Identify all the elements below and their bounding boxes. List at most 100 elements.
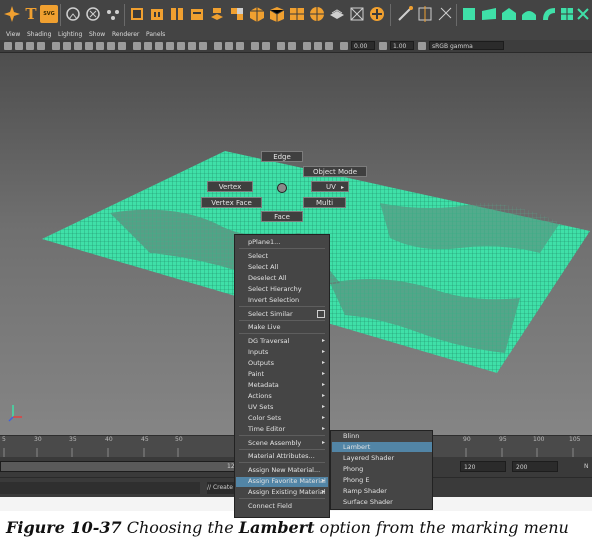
relax-icon[interactable] [500,5,518,23]
smooth-shade-icon[interactable] [144,42,152,50]
smooth-sculpt-icon[interactable] [480,5,498,23]
ambient-occlusion-icon[interactable] [214,42,222,50]
xray-joints-icon[interactable] [288,42,296,50]
submenu-item-blinn[interactable]: Blinn [343,432,359,440]
safe-title-icon[interactable] [118,42,126,50]
depth-of-field-icon[interactable] [251,42,259,50]
resolution-gate-icon[interactable] [74,42,82,50]
pinch-icon[interactable] [540,5,558,23]
submenu-item-surface-shader[interactable]: Surface Shader [343,498,393,506]
gamma-icon[interactable] [379,42,387,50]
option-box-icon[interactable] [317,310,325,318]
field-chart-icon[interactable] [96,42,104,50]
ctx-item-dg-traversal[interactable]: DG Traversal [248,337,289,345]
xray-icon[interactable] [277,42,285,50]
uv-editor-icon[interactable] [436,5,454,23]
ctx-item-time-editor[interactable]: Time Editor [248,425,285,433]
torus-icon[interactable] [228,5,246,23]
select-tool-icon[interactable] [3,5,21,23]
multicut-icon[interactable] [416,5,434,23]
submenu-item-layered-shader[interactable]: Layered Shader [343,454,394,462]
flatten-icon[interactable] [558,5,576,23]
view-transform-icon[interactable] [418,42,426,50]
combine-icon[interactable] [248,5,266,23]
ctx-item-assign-new-material[interactable]: Assign New Material... [248,466,320,474]
plane-icon[interactable] [208,5,226,23]
lights-icon[interactable] [188,42,196,50]
menu-lighting[interactable]: Lighting [58,31,82,38]
submenu-item-lambert[interactable]: Lambert [343,443,370,451]
mm-edge[interactable]: Edge [261,151,303,162]
image-plane-icon[interactable] [37,42,45,50]
separate-icon[interactable] [268,5,286,23]
menu-show[interactable]: Show [89,31,105,38]
ctx-item-select-hierarchy[interactable]: Select Hierarchy [248,285,302,293]
backface-icon[interactable] [314,42,322,50]
cylinder-icon[interactable] [168,5,186,23]
wireframe-icon[interactable] [133,42,141,50]
menu-view[interactable]: View [6,31,20,38]
soft-mod-icon[interactable] [104,5,122,23]
shadows-icon[interactable] [199,42,207,50]
svg-tool-icon[interactable]: SVG [40,5,58,23]
grab-icon[interactable] [520,5,538,23]
ctx-item-paint[interactable]: Paint [248,370,264,378]
ctx-item-material-attributes[interactable]: Material Attributes... [248,452,315,460]
textured-icon[interactable] [177,42,185,50]
bounding-box-icon[interactable] [166,42,174,50]
ctx-item-uv-sets[interactable]: UV Sets [248,403,273,411]
ctx-item-make-live[interactable]: Make Live [248,323,280,331]
bookmark-icon[interactable] [26,42,34,50]
ctx-item-select-all[interactable]: Select All [248,263,278,271]
cone-icon[interactable] [188,5,206,23]
ctx-item-connect-field[interactable]: Connect Field [248,502,292,510]
end-frame-field[interactable]: 120 [460,461,506,472]
sculpt-icon[interactable] [460,5,478,23]
film-gate-icon[interactable] [63,42,71,50]
insert-loop-icon[interactable] [396,5,414,23]
menu-panels[interactable]: Panels [146,31,165,38]
isolate-select-icon[interactable] [262,42,270,50]
camera-icon[interactable] [4,42,12,50]
ctx-item-scene-assembly[interactable]: Scene Assembly [248,439,301,447]
ctx-item-color-sets[interactable]: Color Sets [248,414,281,422]
hud-icon[interactable] [325,42,333,50]
menu-renderer[interactable]: Renderer [112,31,139,38]
submenu-item-phong[interactable]: Phong [343,465,363,473]
ctx-item-actions[interactable]: Actions [248,392,272,400]
mm-vertex-face[interactable]: Vertex Face [201,197,262,208]
mm-object-mode[interactable]: Object Mode [303,166,367,177]
mm-vertex[interactable]: Vertex [207,181,253,192]
mm-face[interactable]: Face [261,211,303,222]
ctx-item-invert-selection[interactable]: Invert Selection [248,296,299,304]
ctx-item-inputs[interactable]: Inputs [248,348,268,356]
exposure-icon[interactable] [340,42,348,50]
submenu-item-ramp-shader[interactable]: Ramp Shader [343,487,387,495]
range-slider[interactable] [0,461,236,472]
command-input[interactable]: // Create [207,482,235,494]
gate-mask-icon[interactable] [85,42,93,50]
sphere-icon[interactable] [148,5,166,23]
ctx-item-assign-existing-material[interactable]: Assign Existing Material [248,488,326,496]
menu-shading[interactable]: Shading [27,31,51,38]
paint-select-icon[interactable] [84,5,102,23]
motion-blur-icon[interactable] [225,42,233,50]
max-frame-field[interactable]: 200 [512,461,558,472]
camera-attr-icon[interactable] [15,42,23,50]
ctx-item-select-similar[interactable]: Select Similar [248,310,293,318]
ctx-item-metadata[interactable]: Metadata [248,381,279,389]
ctx-item-outputs[interactable]: Outputs [248,359,274,367]
xray-active-icon[interactable] [303,42,311,50]
colorspace-dropdown[interactable]: sRGB gamma [429,41,504,50]
lasso-icon[interactable] [64,5,82,23]
mm-uv[interactable]: UV ▸ [311,181,349,192]
extrude-icon[interactable] [308,5,326,23]
cube-icon[interactable] [128,5,146,23]
ctx-item-select[interactable]: Select [248,252,268,260]
ctx-item-deselect-all[interactable]: Deselect All [248,274,286,282]
merge-icon[interactable] [368,5,386,23]
fill-icon[interactable] [576,5,590,23]
exposure-field[interactable]: 0.00 [351,41,375,50]
text-tool-icon[interactable]: T [22,5,40,23]
ctx-item-assign-favorite-material[interactable]: Assign Favorite Material [248,477,326,485]
